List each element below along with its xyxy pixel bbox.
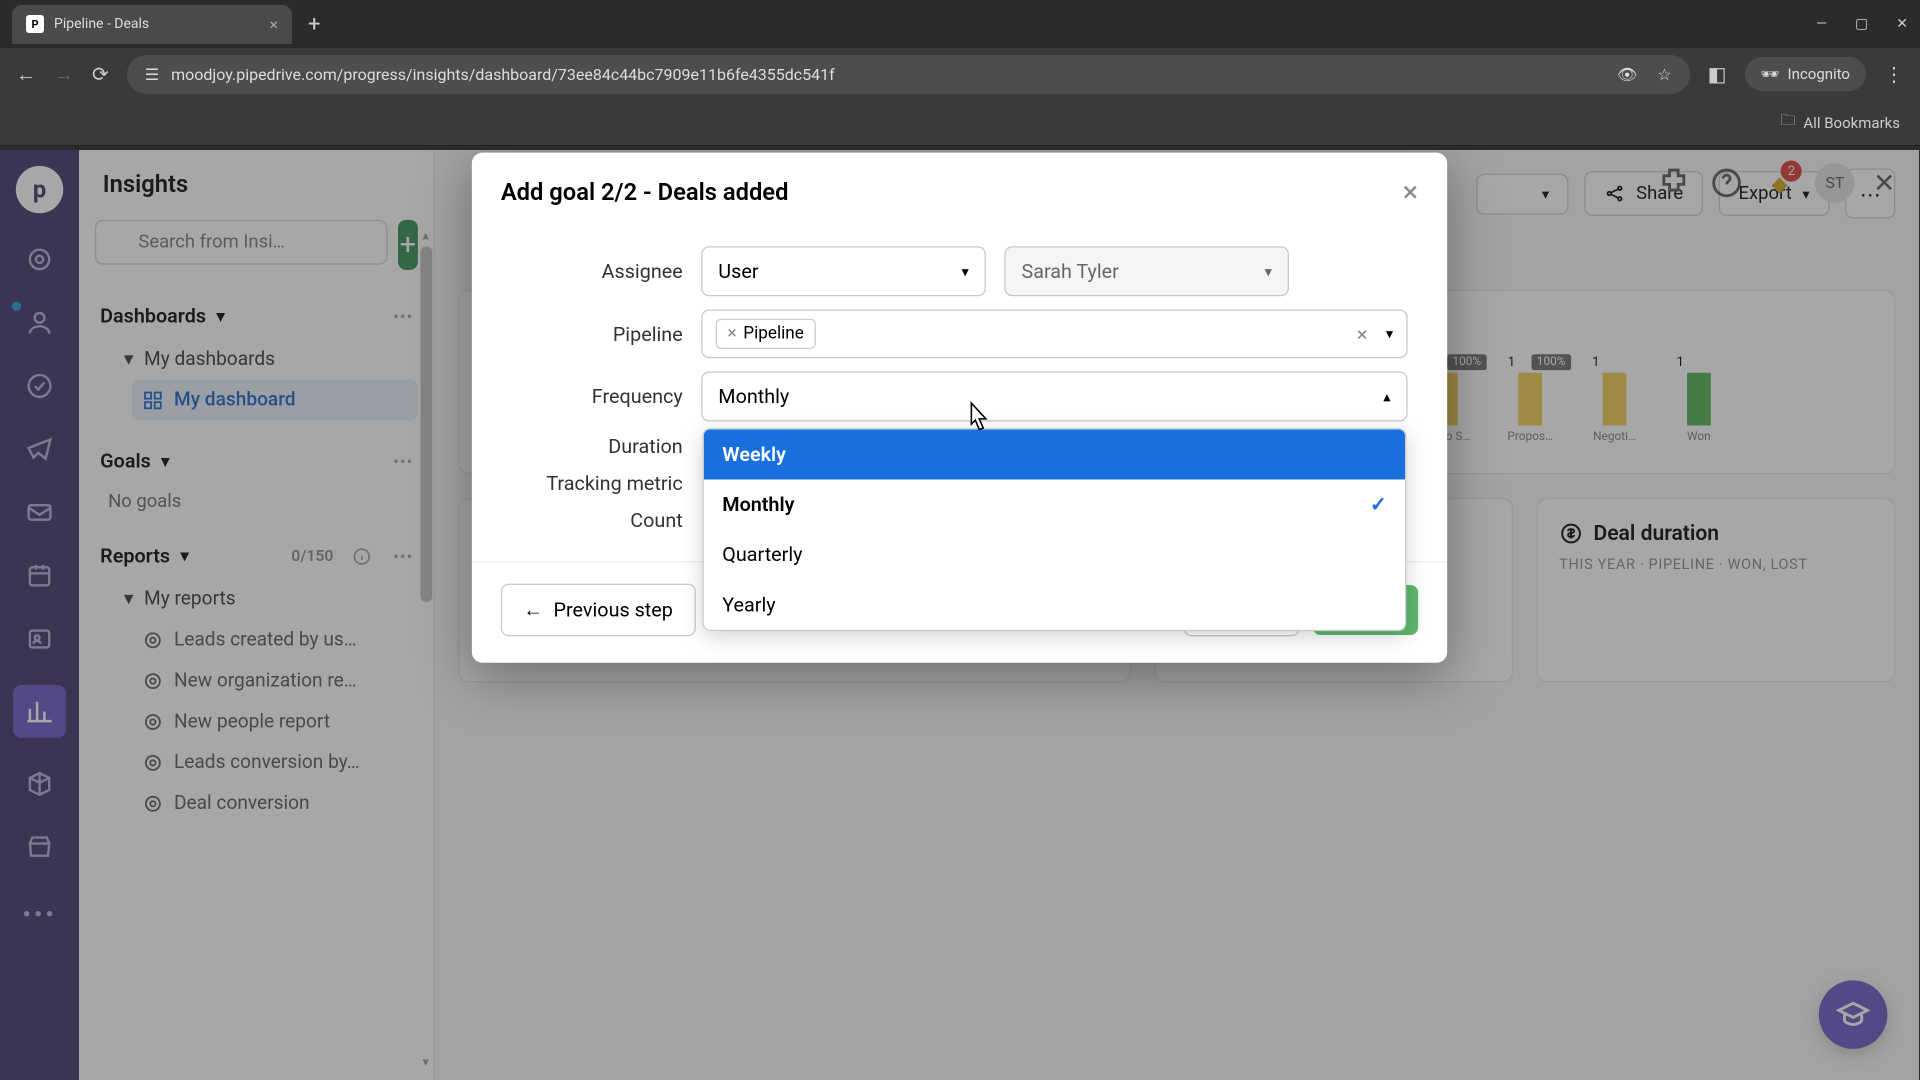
pipeline-select[interactable]: × Pipeline × ▾ xyxy=(701,309,1407,358)
assignee-user-select[interactable]: Sarah Tyler ▾ xyxy=(1004,246,1289,296)
browser-tab[interactable]: P Pipeline - Deals × xyxy=(12,5,292,44)
reload-button[interactable]: ⟳ xyxy=(92,62,109,86)
clear-all-icon[interactable]: × xyxy=(1357,322,1368,346)
assignee-label: Assignee xyxy=(511,259,682,283)
count-label: Count xyxy=(511,508,682,532)
pipeline-label: Pipeline xyxy=(511,322,682,346)
assignee-user-value: Sarah Tyler xyxy=(1021,259,1118,283)
all-bookmarks-label: All Bookmarks xyxy=(1803,114,1900,132)
incognito-badge[interactable]: 🕶 Incognito xyxy=(1745,57,1867,91)
tab-close-icon[interactable]: × xyxy=(269,15,278,34)
duration-label: Duration xyxy=(511,435,682,459)
frequency-dropdown: Weekly Monthly ✓ Quarterly Yearly xyxy=(702,428,1406,631)
chevron-down-icon: ▾ xyxy=(1386,325,1393,342)
incognito-label: Incognito xyxy=(1788,65,1850,83)
address-row: ← → ⟳ ☰ moodjoy.pipedrive.com/progress/i… xyxy=(0,48,1920,100)
option-label: Weekly xyxy=(722,443,786,467)
option-label: Quarterly xyxy=(722,543,802,567)
modal-close-icon[interactable]: × xyxy=(1403,176,1418,209)
modal-title: Add goal 2/2 - Deals added xyxy=(501,179,789,207)
add-goal-modal: Add goal 2/2 - Deals added × Assignee Us… xyxy=(472,153,1447,663)
chevron-up-icon: ▴ xyxy=(1383,388,1390,405)
site-info-icon[interactable]: ☰ xyxy=(145,65,159,84)
browser-chrome: P Pipeline - Deals × + ― ▢ ✕ ← → ⟳ ☰ moo… xyxy=(0,0,1920,146)
tab-bar: P Pipeline - Deals × + ― ▢ ✕ xyxy=(0,0,1920,48)
assignee-type-value: User xyxy=(718,259,758,283)
tab-favicon: P xyxy=(26,15,44,33)
minimize-icon[interactable]: ― xyxy=(1816,16,1827,32)
option-label: Yearly xyxy=(722,593,775,617)
tab-title: Pipeline - Deals xyxy=(54,16,149,32)
assignee-type-select[interactable]: User ▾ xyxy=(701,246,986,296)
option-label: Monthly xyxy=(722,493,794,517)
chip-remove-icon[interactable]: × xyxy=(728,324,737,344)
check-icon: ✓ xyxy=(1370,493,1387,517)
url-text: moodjoy.pipedrive.com/progress/insights/… xyxy=(171,65,1605,84)
bookmark-star-icon[interactable]: ☆ xyxy=(1657,65,1671,84)
panel-icon[interactable]: ◧ xyxy=(1708,62,1727,86)
window-controls: ― ▢ ✕ xyxy=(1816,16,1908,32)
browser-menu-icon[interactable]: ⋮ xyxy=(1884,62,1904,86)
previous-step-button[interactable]: ← Previous step xyxy=(501,584,695,637)
frequency-option[interactable]: Weekly xyxy=(704,429,1405,479)
frequency-label: Frequency xyxy=(511,385,682,409)
frequency-option[interactable]: Yearly xyxy=(704,580,1405,630)
new-tab-button[interactable]: + xyxy=(300,12,328,37)
maximize-icon[interactable]: ▢ xyxy=(1855,16,1868,32)
previous-step-label: Previous step xyxy=(554,598,673,622)
app-root: p ••• Insights + Dashboards ▾ ⋯ ▾ xyxy=(0,150,1919,1080)
incognito-icon: 🕶 xyxy=(1761,65,1780,83)
pipeline-chip-label: Pipeline xyxy=(743,324,804,344)
chevron-down-icon: ▾ xyxy=(961,263,968,280)
address-bar[interactable]: ☰ moodjoy.pipedrive.com/progress/insight… xyxy=(127,55,1690,94)
frequency-select[interactable]: Monthly ▴ WeeklyMonthly✓QuarterlyYearly xyxy=(701,371,1407,421)
back-button[interactable]: ← xyxy=(16,62,36,87)
folder-icon: 🗀 xyxy=(1780,110,1795,135)
frequency-option[interactable]: Quarterly xyxy=(704,530,1405,580)
bookmarks-bar: 🗀 All Bookmarks xyxy=(0,100,1920,146)
eye-off-icon[interactable]: 👁 xyxy=(1617,65,1637,84)
pipeline-chip[interactable]: × Pipeline xyxy=(716,319,816,349)
tracking-label: Tracking metric xyxy=(511,472,682,496)
chevron-down-icon: ▾ xyxy=(1265,263,1272,280)
forward-button: → xyxy=(54,62,74,87)
arrow-left-icon: ← xyxy=(523,598,543,622)
frequency-value: Monthly xyxy=(718,385,789,409)
frequency-option[interactable]: Monthly ✓ xyxy=(704,480,1405,530)
all-bookmarks-button[interactable]: 🗀 All Bookmarks xyxy=(1780,110,1900,135)
close-window-icon[interactable]: ✕ xyxy=(1896,16,1908,32)
